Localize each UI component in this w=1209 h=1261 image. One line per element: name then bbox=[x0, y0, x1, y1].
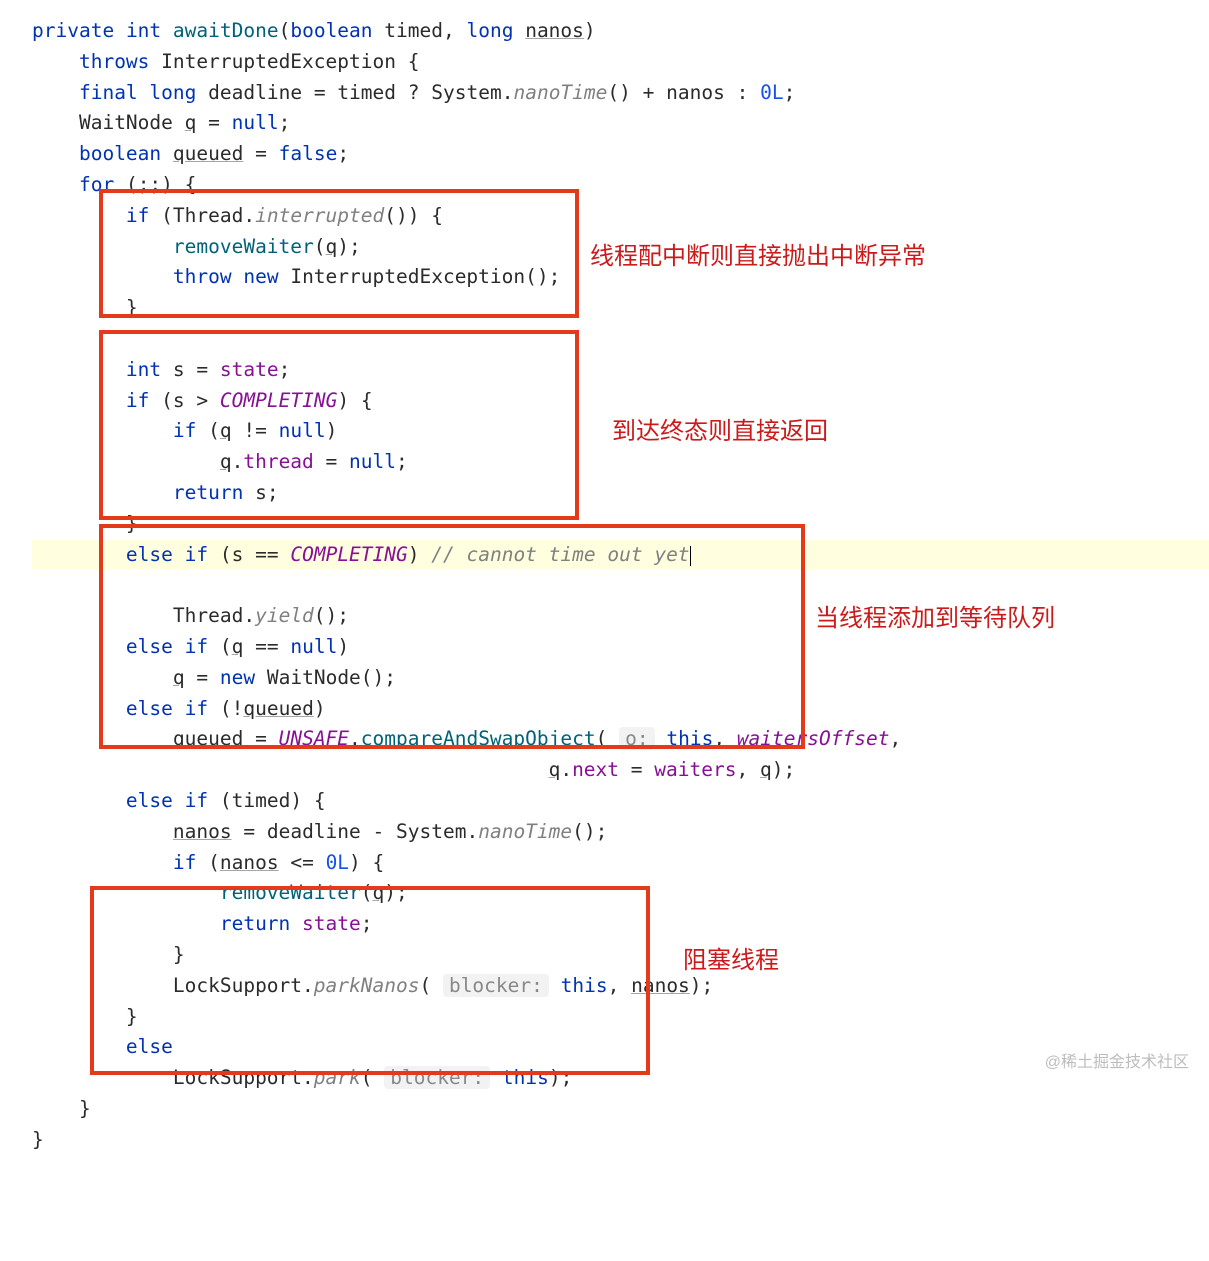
kw-long: long bbox=[466, 19, 513, 42]
kw-if: if bbox=[126, 389, 149, 412]
comment: // cannot time out yet bbox=[431, 543, 689, 566]
annotation-1: 线程配中断则直接抛出中断异常 bbox=[590, 238, 926, 276]
kw-if: if bbox=[185, 635, 208, 658]
kw-null: null bbox=[279, 419, 326, 442]
kw-if: if bbox=[185, 697, 208, 720]
kw-final: final bbox=[79, 81, 138, 104]
kw-this: this bbox=[666, 727, 713, 750]
kw-else: else bbox=[126, 1035, 173, 1058]
kw-return: return bbox=[220, 912, 290, 935]
call-yield: yield bbox=[255, 604, 314, 627]
field-state: state bbox=[220, 358, 279, 381]
kw-if: if bbox=[126, 204, 149, 227]
kw-if: if bbox=[185, 543, 208, 566]
param-hint: blocker: bbox=[384, 1066, 490, 1089]
param-hint: blocker: bbox=[443, 974, 549, 997]
literal-zero: 0L bbox=[326, 851, 349, 874]
kw-if: if bbox=[173, 851, 196, 874]
call-parknanos: parkNanos bbox=[314, 974, 420, 997]
kw-boolean: boolean bbox=[79, 142, 161, 165]
kw-long: long bbox=[149, 81, 196, 104]
kw-this: this bbox=[561, 974, 608, 997]
kw-throw: throw bbox=[173, 265, 232, 288]
kw-new: new bbox=[243, 265, 278, 288]
kw-int: int bbox=[126, 19, 161, 42]
kw-if: if bbox=[173, 419, 196, 442]
call-cas: compareAndSwapObject bbox=[361, 727, 596, 750]
call-removewaiter: removeWaiter bbox=[220, 881, 361, 904]
call-park: park bbox=[314, 1066, 361, 1089]
kw-for: for bbox=[79, 173, 114, 196]
kw-throws: throws bbox=[79, 50, 149, 73]
kw-else: else bbox=[126, 697, 173, 720]
call-interrupted: interrupted bbox=[255, 204, 384, 227]
watermark: @稀土掘金技术社区 bbox=[1045, 1050, 1189, 1075]
method-name: awaitDone bbox=[173, 19, 279, 42]
call-nanotime: nanoTime bbox=[513, 81, 607, 104]
kw-false: false bbox=[279, 142, 338, 165]
text-cursor bbox=[690, 546, 691, 566]
code-block: private int awaitDone(boolean timed, lon… bbox=[32, 16, 1209, 1155]
kw-int: int bbox=[126, 358, 161, 381]
field-unsafe: UNSAFE bbox=[279, 727, 349, 750]
param-hint: o: bbox=[619, 727, 654, 750]
annotation-4: 阻塞线程 bbox=[683, 942, 779, 980]
kw-null: null bbox=[290, 635, 337, 658]
call-removewaiter: removeWaiter bbox=[173, 235, 314, 258]
literal-zero: 0L bbox=[760, 81, 783, 104]
call-nanotime: nanoTime bbox=[478, 820, 572, 843]
kw-null: null bbox=[349, 450, 396, 473]
field-next: next bbox=[572, 758, 619, 781]
kw-boolean: boolean bbox=[290, 19, 372, 42]
const-completing: COMPLETING bbox=[290, 543, 407, 566]
kw-this: this bbox=[502, 1066, 549, 1089]
annotation-3: 当线程添加到等待队列 bbox=[815, 600, 1055, 638]
field-waiters: waiters bbox=[654, 758, 736, 781]
kw-else: else bbox=[126, 635, 173, 658]
kw-return: return bbox=[173, 481, 243, 504]
kw-if: if bbox=[185, 789, 208, 812]
kw-null: null bbox=[232, 111, 279, 134]
field-state: state bbox=[302, 912, 361, 935]
const-completing: COMPLETING bbox=[220, 389, 337, 412]
kw-else: else bbox=[126, 789, 173, 812]
field-thread: thread bbox=[243, 450, 313, 473]
annotation-2: 到达终态则直接返回 bbox=[612, 413, 828, 451]
field-waitersoffset: waitersOffset bbox=[737, 727, 890, 750]
kw-private: private bbox=[32, 19, 114, 42]
kw-new: new bbox=[220, 666, 255, 689]
kw-else: else bbox=[126, 543, 173, 566]
